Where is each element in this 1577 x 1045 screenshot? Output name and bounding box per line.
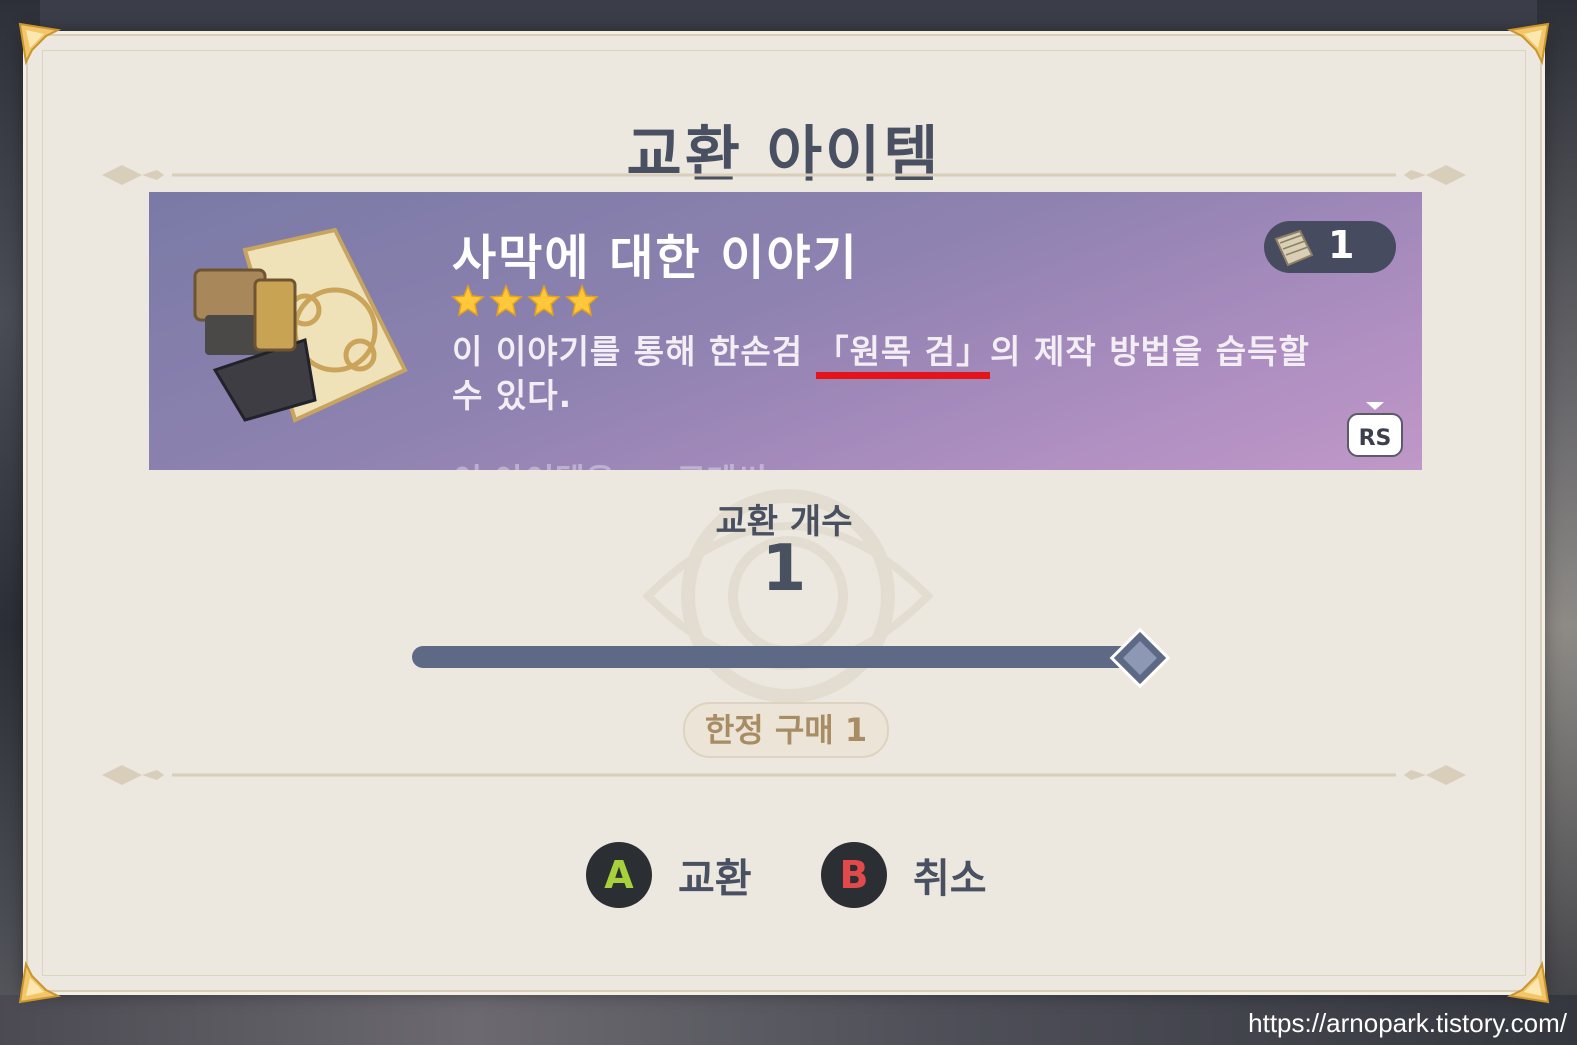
exchange-button-label: 교환: [678, 856, 752, 902]
book-icon: [1274, 229, 1314, 267]
rarity-stars: [451, 284, 599, 318]
background-right: [1537, 0, 1577, 1045]
star-icon: [527, 284, 561, 317]
exchange-button[interactable]: A 교환: [586, 842, 752, 908]
quantity-value: 1: [761, 532, 807, 606]
item-name: 사막에 대한 이야기: [452, 230, 859, 286]
star-icon: [565, 284, 599, 317]
watermark: https://arnopark.tistory.com/: [1248, 1008, 1567, 1038]
owned-count: 1: [1328, 223, 1355, 267]
cancel-button-label: 취소: [913, 856, 987, 902]
slider-handle[interactable]: [1106, 624, 1174, 692]
corner-ornament-icon: [1506, 20, 1552, 66]
quantity-slider[interactable]: [412, 646, 1142, 668]
rs-label: RS: [1359, 426, 1392, 451]
exchange-dialog: 교환 아이템 사막에 대한 이야기 이 이야기를 통해 한손검 「원목 검」의 …: [18, 22, 1550, 1004]
b-button-icon: B: [821, 842, 887, 908]
corner-ornament-icon: [1506, 960, 1552, 1006]
star-icon: [489, 284, 523, 317]
item-card: 사막에 대한 이야기 이 이야기를 통해 한손검 「원목 검」의 제작 방법을 …: [149, 192, 1422, 470]
owned-count-badge: 1: [1264, 221, 1396, 273]
purchase-limit-badge: 한정 구매 1: [683, 702, 889, 758]
corner-ornament-icon: [16, 960, 62, 1006]
book-blueprint-icon: [193, 227, 408, 423]
item-description: 이 이야기를 통해 한손검 「원목 검」의 제작 방법을 습득할 수 있다.: [452, 330, 1352, 418]
ornamental-divider: [102, 160, 1466, 190]
corner-ornament-icon: [16, 20, 62, 66]
cancel-button[interactable]: B 취소: [821, 842, 987, 908]
description-highlight: 「원목 검」: [815, 332, 991, 371]
star-icon: [451, 284, 485, 317]
description-text: 이 이야기를 통해 한손검: [452, 332, 816, 371]
ornamental-divider: [102, 760, 1466, 790]
rs-scroll-button-icon[interactable]: RS: [1344, 400, 1406, 460]
a-button-icon: A: [586, 842, 652, 908]
description-overflow-text: 이 아이템은 ... 르메씨...: [452, 454, 805, 470]
